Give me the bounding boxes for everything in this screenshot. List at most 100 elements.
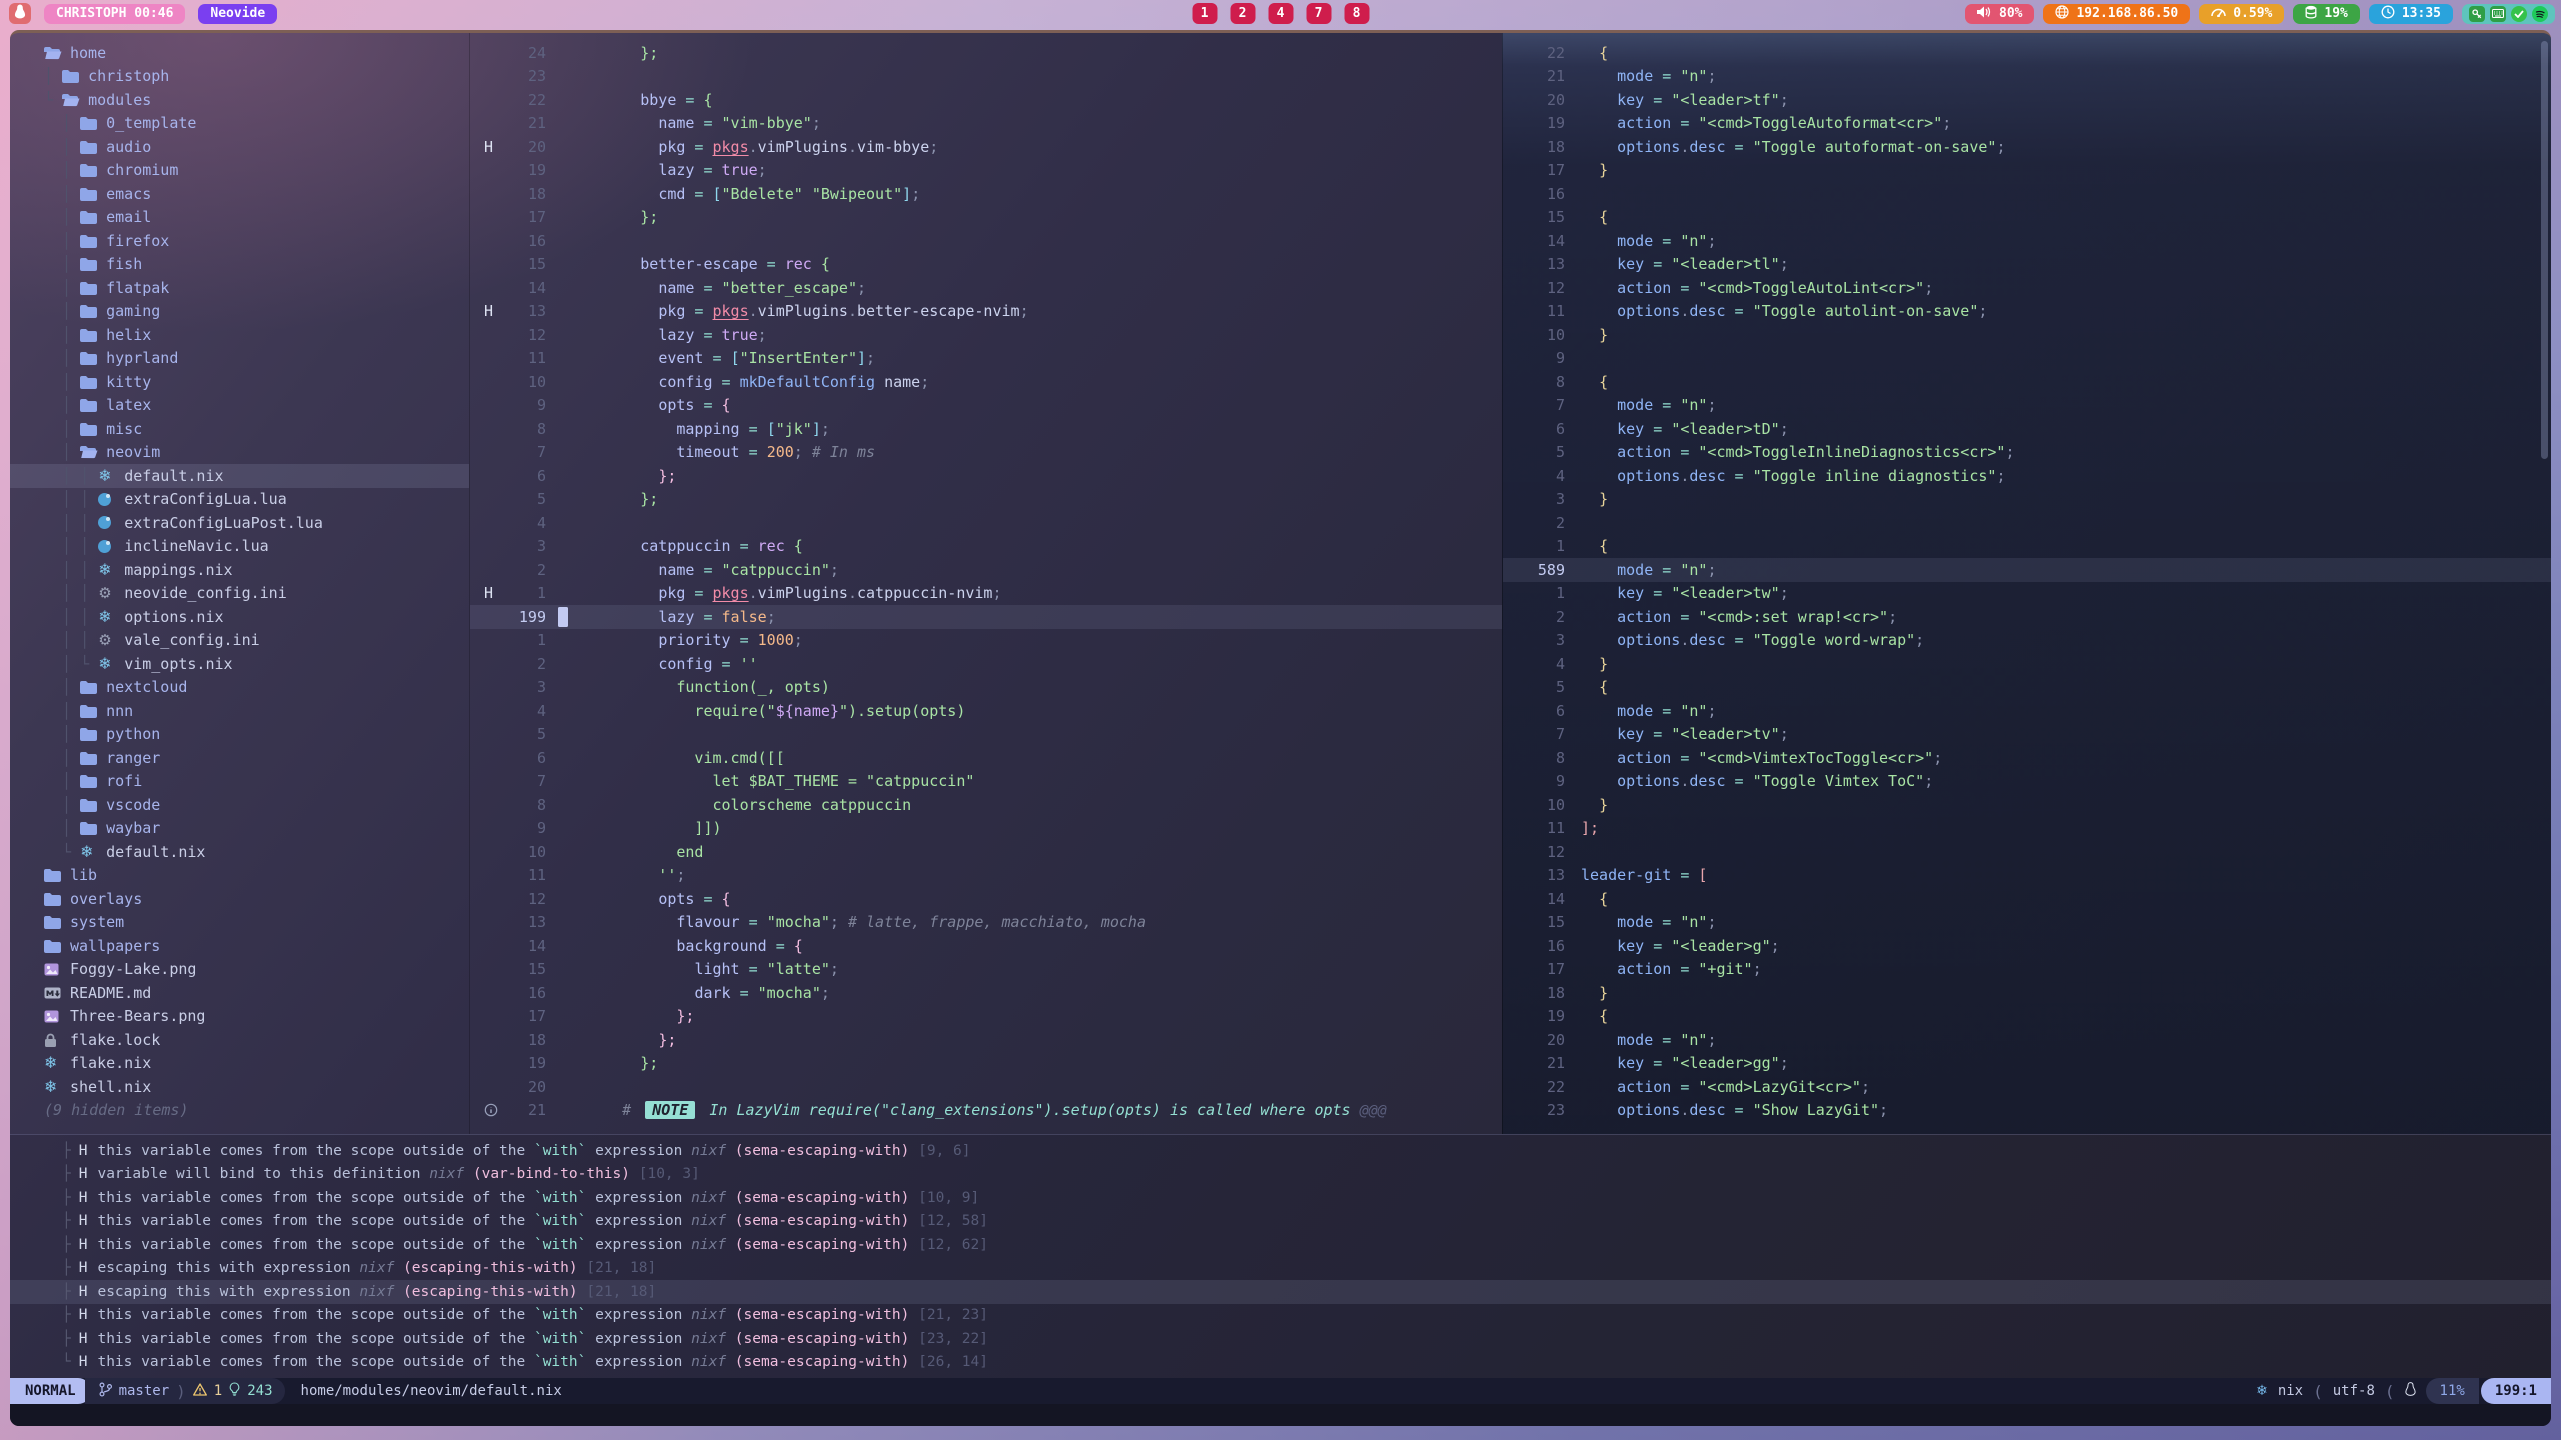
tree-item[interactable]: └ ❄default.nix <box>44 840 469 864</box>
code-line[interactable]: 15 better-escape = rec { <box>470 253 1502 277</box>
code-line[interactable]: 20 key = "<leader>tf"; <box>1503 88 2551 112</box>
code-line[interactable]: 12 lazy = true; <box>470 323 1502 347</box>
tree-item[interactable]: │ emacs <box>44 182 469 206</box>
code-line[interactable]: 24 }; <box>470 41 1502 65</box>
tree-item[interactable]: │ misc <box>44 417 469 441</box>
code-line[interactable]: 3 options.desc = "Toggle word-wrap"; <box>1503 629 2551 653</box>
code-line[interactable]: 17 }; <box>470 1005 1502 1029</box>
tree-item[interactable]: Foggy-Lake.png <box>44 958 469 982</box>
code-line[interactable]: 5 { <box>1503 676 2551 700</box>
memory-widget[interactable]: 19% <box>2293 4 2359 24</box>
tree-item[interactable]: (9 hidden items) <box>44 1099 469 1123</box>
check-icon[interactable] <box>2511 6 2527 22</box>
code-line[interactable]: 10 end <box>470 840 1502 864</box>
tree-item[interactable]: lib <box>44 864 469 888</box>
code-line[interactable]: 7 timeout = 200; # In ms <box>470 441 1502 465</box>
code-line[interactable]: 19 { <box>1503 1005 2551 1029</box>
code-line[interactable]: 18 } <box>1503 981 2551 1005</box>
tree-item[interactable]: │ │ ⚙vale_config.ini <box>44 629 469 653</box>
diagnostic-row[interactable]: ├Hescaping this with expression nixf (es… <box>10 1280 2551 1304</box>
tree-item[interactable]: │ └ ❄vim_opts.nix <box>44 652 469 676</box>
spotify-icon[interactable] <box>2532 6 2548 22</box>
editor-pane-right[interactable]: 22 {21 mode = "n";20 key = "<leader>tf";… <box>1502 33 2551 1134</box>
diagnostic-row[interactable]: └Hthis variable comes from the scope out… <box>62 1351 2551 1375</box>
tree-item[interactable]: wallpapers <box>44 934 469 958</box>
code-line[interactable]: 12 action = "<cmd>ToggleAutoLint<cr>"; <box>1503 276 2551 300</box>
code-line[interactable]: 10 } <box>1503 323 2551 347</box>
code-line[interactable]: 20 <box>470 1075 1502 1099</box>
code-line[interactable]: 17 action = "+git"; <box>1503 958 2551 982</box>
tree-item[interactable]: │ nnn <box>44 699 469 723</box>
code-line[interactable]: 16 <box>470 229 1502 253</box>
tree-item[interactable]: │ │ ❄options.nix <box>44 605 469 629</box>
tree-item[interactable]: │ │ inclineNavic.lua <box>44 535 469 559</box>
code-line[interactable]: 18 cmd = ["Bdelete" "Bwipeout"]; <box>470 182 1502 206</box>
code-line[interactable]: 589 mode = "n"; <box>1503 558 2551 582</box>
workspace-button[interactable]: 4 <box>1268 3 1293 24</box>
code-line[interactable]: 3 catppuccin = rec { <box>470 535 1502 559</box>
tree-item[interactable]: │ │ extraConfigLuaPost.lua <box>44 511 469 535</box>
code-line[interactable]: 14 name = "better_escape"; <box>470 276 1502 300</box>
code-line[interactable]: 19 lazy = true; <box>470 159 1502 183</box>
code-line[interactable]: 13 flavour = "mocha"; # latte, frappe, m… <box>470 911 1502 935</box>
tree-item[interactable]: │ │ ❄mappings.nix <box>44 558 469 582</box>
code-line[interactable]: 15 { <box>1503 206 2551 230</box>
code-line[interactable]: 11 options.desc = "Toggle autolint-on-sa… <box>1503 300 2551 324</box>
code-line[interactable]: 16 key = "<leader>g"; <box>1503 934 2551 958</box>
tree-item[interactable]: │ flatpak <box>44 276 469 300</box>
diagnostic-row[interactable]: ├Hvariable will bind to this definition … <box>62 1163 2551 1187</box>
code-line[interactable]: 16 dark = "mocha"; <box>470 981 1502 1005</box>
code-line[interactable]: 2 config = '' <box>470 652 1502 676</box>
tree-item[interactable]: │ │ ⚙neovide_config.ini <box>44 582 469 606</box>
code-line[interactable]: 1 { <box>1503 535 2551 559</box>
code-line[interactable]: 3 } <box>1503 488 2551 512</box>
code-line[interactable]: H20 pkg = pkgs.vimPlugins.vim-bbye; <box>470 135 1502 159</box>
tree-item[interactable]: Three-Bears.png <box>44 1005 469 1029</box>
diagnostic-row[interactable]: ├Hescaping this with expression nixf (es… <box>62 1257 2551 1281</box>
scrollbar-thumb[interactable] <box>2541 41 2548 459</box>
tree-item[interactable]: │ 0_template <box>44 112 469 136</box>
code-line[interactable]: 6 key = "<leader>tD"; <box>1503 417 2551 441</box>
tree-item[interactable]: ❄flake.nix <box>44 1052 469 1076</box>
code-line[interactable]: 4 require("${name}").setup(opts) <box>470 699 1502 723</box>
code-line[interactable]: 6 vim.cmd([[ <box>470 746 1502 770</box>
code-line[interactable]: 5 <box>470 723 1502 747</box>
code-line[interactable]: 17 } <box>1503 159 2551 183</box>
tree-item[interactable]: system <box>44 911 469 935</box>
code-line[interactable]: 21 mode = "n"; <box>1503 65 2551 89</box>
diagnostic-row[interactable]: ├Hthis variable comes from the scope out… <box>62 1139 2551 1163</box>
tree-item[interactable]: flake.lock <box>44 1028 469 1052</box>
code-line[interactable]: H13 pkg = pkgs.vimPlugins.better-escape-… <box>470 300 1502 324</box>
code-line[interactable]: 17 }; <box>470 206 1502 230</box>
tree-item[interactable]: │ nextcloud <box>44 676 469 700</box>
code-line[interactable]: 6 mode = "n"; <box>1503 699 2551 723</box>
code-line[interactable]: 9 ]]) <box>470 817 1502 841</box>
code-line[interactable]: 10 config = mkDefaultConfig name; <box>470 370 1502 394</box>
code-line[interactable]: 13 key = "<leader>tl"; <box>1503 253 2551 277</box>
code-line[interactable]: 2 name = "catppuccin"; <box>470 558 1502 582</box>
code-line[interactable]: 22 action = "<cmd>LazyGit<cr>"; <box>1503 1075 2551 1099</box>
tree-item[interactable]: │ fish <box>44 253 469 277</box>
os-logo-button[interactable] <box>9 3 31 24</box>
tree-item[interactable]: │ │ ❄default.nix <box>10 464 469 488</box>
workspace-button[interactable]: 7 <box>1306 3 1331 24</box>
code-line[interactable]: 10 } <box>1503 793 2551 817</box>
tree-item[interactable]: overlays <box>44 887 469 911</box>
tree-item[interactable]: │ vscode <box>44 793 469 817</box>
diagnostic-row[interactable]: ├Hthis variable comes from the scope out… <box>62 1186 2551 1210</box>
cpu-widget[interactable]: 0.59% <box>2199 4 2284 24</box>
workspace-button[interactable]: 2 <box>1230 3 1255 24</box>
code-line[interactable]: 23 <box>470 65 1502 89</box>
diagnostic-row[interactable]: ├Hthis variable comes from the scope out… <box>62 1233 2551 1257</box>
code-line[interactable]: 1 priority = 1000; <box>470 629 1502 653</box>
tree-item[interactable]: │ christoph <box>44 65 469 89</box>
code-line[interactable]: 14 background = { <box>470 934 1502 958</box>
code-line[interactable]: 11 ''; <box>470 864 1502 888</box>
editor-pane-left[interactable]: 24 };2322 bbye = {21 name = "vim-bbye";H… <box>470 33 1502 1134</box>
code-line[interactable]: 7 mode = "n"; <box>1503 394 2551 418</box>
network-widget[interactable]: 192.168.86.50 <box>2043 4 2190 24</box>
code-line[interactable]: 15 mode = "n"; <box>1503 911 2551 935</box>
tree-item[interactable]: │ latex <box>44 394 469 418</box>
tree-item[interactable]: │ neovim <box>44 441 469 465</box>
volume-widget[interactable]: 80% <box>1965 4 2034 24</box>
